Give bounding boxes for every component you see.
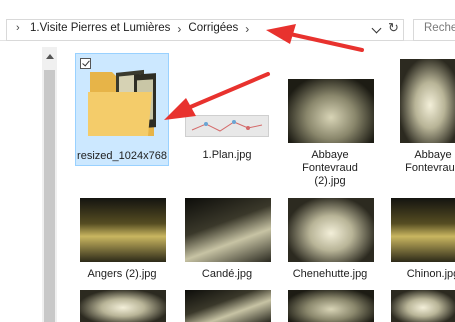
image-thumbnail [185,115,269,137]
file-item-image[interactable]: Abbaye Fontevraud [386,53,455,193]
image-thumbnail [288,198,374,262]
refresh-icon[interactable]: ↻ [388,20,399,36]
file-name: 1.Plan.jpg [202,149,252,161]
image-thumbnail[interactable] [80,290,166,322]
file-name: Candé.jpg [201,268,253,280]
breadcrumb-item-corrigees[interactable]: Corrigées [188,22,238,34]
image-thumbnail [288,79,374,143]
image-thumbnail [400,59,455,143]
file-item-image[interactable]: Chenehutte.jpg [283,198,377,288]
scrollbar-thumb[interactable] [44,70,55,322]
search-placeholder: Rechercher [424,22,455,34]
file-item-image[interactable]: Abbaye Fontevraud (2).jpg [283,53,377,193]
image-thumbnail [391,198,455,262]
file-name: Angers (2).jpg [87,268,157,280]
file-item-image[interactable]: Candé.jpg [180,198,274,288]
scroll-up-arrow-icon[interactable] [46,54,54,59]
image-thumbnail[interactable] [185,290,271,322]
file-item-folder[interactable]: resized_1024x768 [75,53,169,166]
map-thumbnail-icon [191,120,263,132]
file-item-image[interactable]: 1.Plan.jpg [180,53,274,166]
image-thumbnail[interactable] [391,290,455,322]
file-item-image[interactable]: Angers (2).jpg [75,198,169,288]
file-name: Abbaye Fontevraud (2).jpg [302,149,358,187]
file-name: Chinon.jpg [406,268,455,280]
chevron-right-icon[interactable]: › [170,22,188,36]
folder-icon [88,69,156,136]
image-thumbnail [185,198,271,262]
breadcrumb-item-visite[interactable]: 1.Visite Pierres et Lumières [30,22,170,34]
chevron-right-icon[interactable]: › [16,22,20,34]
file-name: resized_1024x768 [77,150,167,162]
file-name: Abbaye Fontevraud [405,149,455,174]
file-item-image[interactable]: Chinon.jpg [386,198,455,288]
image-thumbnail [80,198,166,262]
chevron-right-icon[interactable]: › [238,22,256,36]
file-explorer-window: › 1.Visite Pierres et Lumières › Corrigées… [0,0,455,322]
image-thumbnail[interactable] [288,290,374,322]
breadcrumb: 1.Visite Pierres et Lumières › Corrigées › [30,22,256,36]
file-name: Chenehutte.jpg [292,268,368,280]
